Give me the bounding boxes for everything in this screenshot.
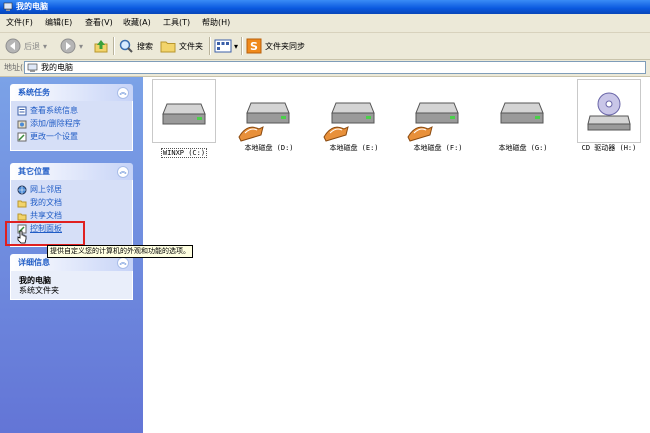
tooltip: 提供自定义您的计算机的外观和功能的选项。 (47, 245, 193, 258)
address-field[interactable]: 我的电脑 (24, 61, 646, 74)
task-view-system-info[interactable]: 查看系统信息 (17, 105, 78, 116)
toolbar-separator (209, 37, 211, 55)
other-places-title: 其它位置 (18, 167, 50, 176)
menu-tools[interactable]: 工具(T) (163, 17, 190, 29)
forward-dropdown-icon[interactable]: ▾ (79, 42, 83, 51)
drive-label: 本地磁盘 (F:) (413, 144, 463, 152)
drive-icon-box (577, 79, 641, 143)
details-type: 系统文件夹 (19, 286, 59, 295)
search-button[interactable]: 搜索 (118, 37, 153, 55)
toolbar-separator (241, 37, 243, 55)
drive-item[interactable]: 本地磁盘 (D:) (236, 79, 302, 153)
drive-label: 本地磁盘 (E:) (329, 144, 379, 152)
shared-hard-drive-icon (407, 102, 459, 142)
drive-icon-box (406, 79, 470, 143)
address-value: 我的电脑 (41, 63, 73, 72)
back-label: 后退 (24, 41, 40, 51)
window-title: 我的电脑 (16, 2, 48, 11)
back-dropdown-icon[interactable]: ▾ (43, 42, 47, 51)
task-label: 添加/删除程序 (30, 119, 81, 128)
task-label: 更改一个设置 (30, 132, 78, 141)
add-remove-programs-icon (17, 120, 27, 128)
details-body: 我的电脑 系统文件夹 (10, 271, 133, 300)
menu-help[interactable]: 帮助(H) (202, 17, 230, 29)
collapse-chevron-icon[interactable]: ︽ (117, 87, 129, 99)
documents-folder-icon (17, 200, 27, 207)
details-panel: 详细信息 ︽ 我的电脑 系统文件夹 (10, 254, 133, 300)
forward-button[interactable]: ▾ (60, 37, 83, 55)
folder-sync-label: 文件夹同步 (265, 41, 305, 51)
sync-icon: S (246, 38, 262, 54)
hard-drive-icon (500, 102, 544, 124)
drive-icon-box (322, 79, 386, 143)
collapse-chevron-icon[interactable]: ︽ (117, 257, 129, 269)
forward-arrow-icon (60, 38, 76, 54)
address-bar: 地址(D) 我的电脑 (0, 60, 650, 77)
drive-item[interactable]: 本地磁盘 (F:) (405, 79, 471, 153)
folder-sync-button[interactable]: S 文件夹同步 (246, 37, 305, 55)
system-tasks-panel: 系统任务 ︽ 查看系统信息 添加/删除程序 更改一个设置 (10, 84, 133, 151)
drive-label: CD 驱动器 (H:) (581, 144, 637, 152)
drive-label: WINXP (C:) (160, 148, 208, 158)
drive-label: 本地磁盘 (G:) (498, 144, 548, 152)
place-label: 我的文档 (30, 198, 62, 207)
shared-hard-drive-icon (238, 102, 290, 142)
views-button[interactable]: ▾ (214, 37, 238, 55)
menu-view[interactable]: 查看(V) (85, 17, 113, 29)
menu-file[interactable]: 文件(F) (6, 17, 33, 29)
hand-cursor-icon (17, 230, 27, 244)
drive-icon-box (491, 79, 555, 143)
network-icon (17, 185, 27, 194)
toolbar: 后退 ▾ ▾ 搜索 文件夹 ▾ S 文件夹同步 (0, 33, 650, 60)
back-button[interactable]: 后退 ▾ (5, 37, 47, 55)
shared-hard-drive-icon (323, 102, 375, 142)
search-icon (119, 39, 133, 53)
folder-up-icon (94, 40, 108, 53)
place-network[interactable]: 网上邻居 (17, 184, 62, 195)
drive-item[interactable]: CD 驱动器 (H:) (576, 79, 642, 153)
hard-drive-icon (162, 103, 206, 125)
back-arrow-icon (5, 38, 21, 54)
menu-bar: 文件(F) 编辑(E) 查看(V) 收藏(A) 工具(T) 帮助(H) (0, 14, 650, 33)
folders-button[interactable]: 文件夹 (160, 37, 203, 55)
system-info-icon (17, 106, 27, 115)
other-places-header[interactable]: 其它位置 ︽ (10, 163, 133, 180)
place-label: 共享文档 (30, 211, 62, 220)
drive-icon-box (237, 79, 301, 143)
drive-item[interactable]: WINXP (C:) (151, 79, 217, 158)
computer-icon (27, 63, 38, 72)
shared-folder-icon (17, 213, 27, 220)
menu-favorites[interactable]: 收藏(A) (123, 17, 151, 29)
up-button[interactable] (93, 37, 109, 55)
details-title: 详细信息 (18, 258, 50, 267)
views-icon (214, 39, 232, 53)
menu-edit[interactable]: 编辑(E) (45, 17, 72, 29)
drive-label: 本地磁盘 (D:) (244, 144, 294, 152)
views-dropdown-icon[interactable]: ▾ (234, 42, 238, 51)
cd-drive-icon (587, 92, 631, 131)
system-tasks-title: 系统任务 (18, 88, 50, 97)
drive-icon-box (152, 79, 216, 143)
folders-icon (160, 41, 176, 53)
place-my-documents[interactable]: 我的文档 (17, 197, 62, 208)
task-label: 查看系统信息 (30, 106, 78, 115)
computer-icon (3, 2, 13, 11)
svg-text:S: S (250, 40, 258, 53)
drive-item[interactable]: 本地磁盘 (E:) (321, 79, 387, 153)
task-change-setting[interactable]: 更改一个设置 (17, 131, 78, 142)
drive-item[interactable]: 本地磁盘 (G:) (490, 79, 556, 153)
folders-label: 文件夹 (179, 41, 203, 51)
control-panel-icon (17, 132, 27, 141)
place-label: 网上邻居 (30, 185, 62, 194)
place-shared-documents[interactable]: 共享文档 (17, 210, 62, 221)
title-bar: 我的电脑 (0, 0, 650, 14)
system-tasks-body: 查看系统信息 添加/删除程序 更改一个设置 (10, 101, 133, 151)
system-tasks-header[interactable]: 系统任务 ︽ (10, 84, 133, 101)
collapse-chevron-icon[interactable]: ︽ (117, 166, 129, 178)
task-add-remove-programs[interactable]: 添加/删除程序 (17, 118, 81, 129)
search-label: 搜索 (137, 41, 153, 51)
toolbar-separator (113, 37, 115, 55)
